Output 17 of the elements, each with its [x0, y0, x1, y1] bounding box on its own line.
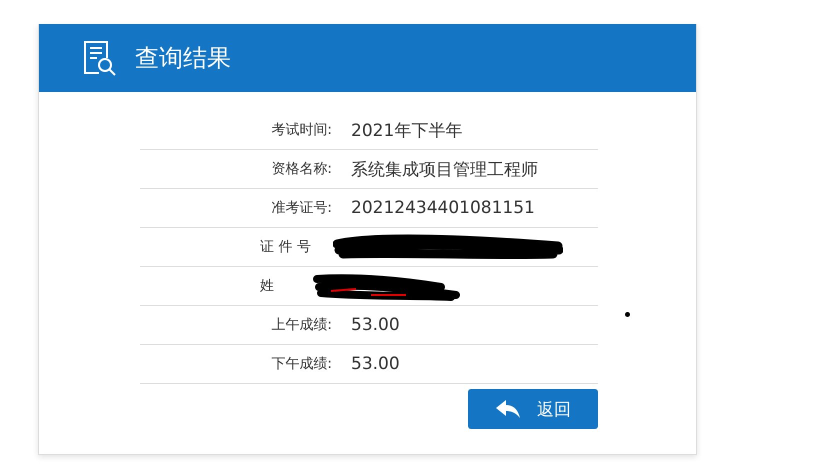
field-label: 资格名称:: [270, 160, 332, 178]
field-label: 姓: [260, 277, 274, 295]
stray-dot: [625, 312, 630, 317]
field-label: 下午成绩:: [270, 355, 332, 373]
back-button[interactable]: 返回: [468, 389, 598, 429]
field-label: 准考证号:: [270, 199, 332, 217]
field-value: 53.00: [351, 354, 400, 374]
reply-arrow-icon: [495, 399, 521, 419]
field-value: 系统集成项目管理工程师: [351, 158, 538, 180]
field-value: 53.00: [351, 315, 400, 335]
field-value: 2021年下半年: [351, 120, 462, 142]
field-label: 证 件 号: [260, 238, 311, 256]
field-value: 20212434401081151: [351, 198, 535, 218]
document-search-icon: [83, 40, 117, 76]
field-label: 上午成绩:: [270, 316, 332, 334]
field-label: 考试时间:: [270, 121, 332, 139]
header-title: 查询结果: [135, 43, 231, 74]
